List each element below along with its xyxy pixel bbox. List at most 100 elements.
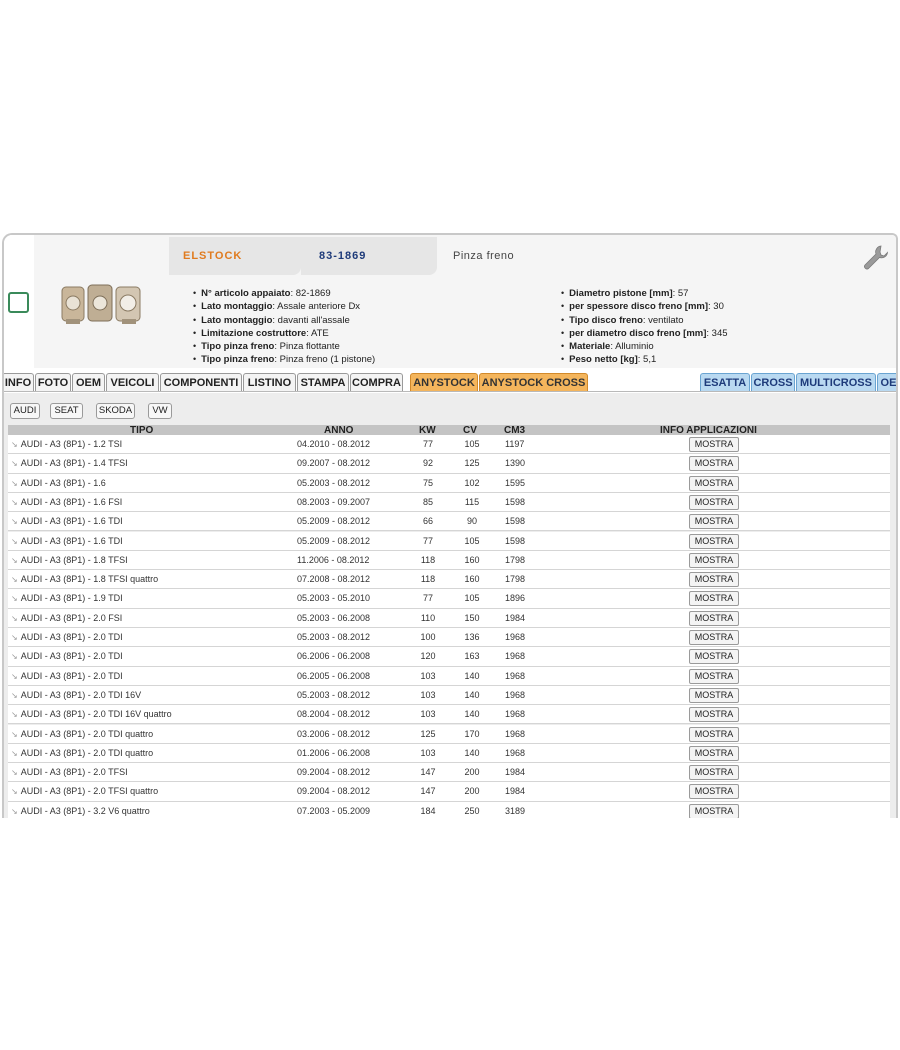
- table-row: AUDI - A3 (8P1) - 2.0 TDI quattro 03.2006…: [8, 724, 890, 744]
- cell-tipo[interactable]: AUDI - A3 (8P1) - 1.6: [11, 478, 106, 488]
- mostra-button[interactable]: MOSTRA: [689, 687, 739, 703]
- cell-tipo[interactable]: AUDI - A3 (8P1) - 2.0 TDI 16V: [11, 690, 141, 700]
- table-row: AUDI - A3 (8P1) - 1.4 TFSI 09.2007 - 08.2…: [8, 454, 890, 474]
- manufacturer-button-audi[interactable]: AUDI: [10, 403, 40, 419]
- cell-tipo[interactable]: AUDI - A3 (8P1) - 2.0 TFSI: [11, 767, 128, 777]
- tab-oe[interactable]: OE: [877, 373, 896, 392]
- mostra-button[interactable]: MOSTRA: [689, 707, 739, 723]
- cell-cm3: 1984: [505, 786, 526, 797]
- tab-cross[interactable]: CROSS: [751, 373, 795, 392]
- cell-tipo[interactable]: AUDI - A3 (8P1) - 1.4 TFSI: [11, 458, 128, 468]
- cell-tipo[interactable]: AUDI - A3 (8P1) - 1.8 TFSI quattro: [11, 574, 158, 584]
- cell-tipo[interactable]: AUDI - A3 (8P1) - 2.0 TDI: [11, 671, 123, 681]
- cell-tipo[interactable]: AUDI - A3 (8P1) - 1.6 FSI: [11, 497, 123, 507]
- manufacturer-button-skoda[interactable]: SKODA: [96, 403, 135, 419]
- tab-anystock-cross[interactable]: ANYSTOCK CROSS: [479, 373, 588, 392]
- cell-anno: 09.2007 - 08.2012: [297, 458, 371, 469]
- cell-cm3: 1968: [505, 670, 526, 681]
- mostra-button[interactable]: MOSTRA: [689, 649, 739, 665]
- mostra-button[interactable]: MOSTRA: [689, 803, 739, 818]
- cell-tipo[interactable]: AUDI - A3 (8P1) - 3.2 V6 quattro: [11, 806, 150, 816]
- tab-foto[interactable]: FOTO: [35, 373, 71, 392]
- mostra-button[interactable]: MOSTRA: [689, 475, 739, 491]
- cell-tipo[interactable]: AUDI - A3 (8P1) - 2.0 TDI: [11, 632, 123, 642]
- cell-anno: 08.2003 - 09.2007: [297, 496, 371, 507]
- cell-tipo[interactable]: AUDI - A3 (8P1) - 2.0 TDI quattro: [11, 748, 153, 758]
- cell-tipo[interactable]: AUDI - A3 (8P1) - 1.2 TSI: [11, 439, 122, 449]
- table-row: AUDI - A3 (8P1) - 1.8 TFSI quattro 07.200…: [8, 570, 890, 590]
- tab-oem[interactable]: OEM: [72, 373, 105, 392]
- cell-kw: 100: [420, 632, 436, 642]
- cell-kw: 118: [420, 554, 436, 565]
- table-row: AUDI - A3 (8P1) - 1.2 TSI 04.2010 - 08.20…: [8, 435, 890, 455]
- cell-tipo[interactable]: AUDI - A3 (8P1) - 1.6 TDI: [11, 516, 123, 526]
- mostra-button[interactable]: MOSTRA: [689, 630, 739, 645]
- mostra-button[interactable]: MOSTRA: [689, 668, 739, 684]
- tab-stampa[interactable]: STAMPA: [297, 373, 349, 392]
- cell-cv: 125: [464, 458, 480, 469]
- cell-cm3: 1197: [505, 439, 525, 449]
- mostra-button[interactable]: MOSTRA: [689, 456, 739, 472]
- tab-compra[interactable]: COMPRA: [350, 373, 403, 392]
- mostra-button[interactable]: MOSTRA: [689, 784, 739, 800]
- mostra-button[interactable]: MOSTRA: [689, 437, 739, 452]
- cell-cv: 160: [464, 574, 480, 585]
- cell-tipo[interactable]: AUDI - A3 (8P1) - 2.0 FSI: [11, 613, 123, 623]
- specs-list-left: N° articolo appaiato: 82-1869Lato montag…: [193, 287, 375, 367]
- tab-bar: INFO FOTO OEM VEICOLI COMPONENTI LISTINO STAMP…: [4, 373, 896, 393]
- article-code: 83-1869: [301, 237, 437, 275]
- cell-kw: 66: [422, 516, 433, 527]
- spec-item: Tipo pinza freno: Pinza flottante: [193, 340, 375, 353]
- select-checkbox[interactable]: [8, 292, 29, 313]
- cell-cv: 170: [464, 728, 480, 739]
- cell-cm3: 1984: [505, 767, 526, 778]
- mostra-button[interactable]: MOSTRA: [689, 572, 739, 588]
- mostra-button[interactable]: MOSTRA: [689, 726, 739, 742]
- tab-componenti[interactable]: COMPONENTI: [160, 373, 242, 392]
- spec-value: : ventilato: [642, 314, 684, 326]
- spec-value: : 5,1: [637, 354, 657, 366]
- cell-kw: 77: [422, 593, 433, 604]
- mostra-button[interactable]: MOSTRA: [689, 494, 739, 510]
- cell-anno: 11.2006 - 08.2012: [297, 554, 370, 565]
- tab-multicross[interactable]: MULTICROSS: [796, 373, 876, 392]
- tab-bar-divider: [4, 391, 896, 392]
- mostra-button[interactable]: MOSTRA: [689, 533, 739, 549]
- tab-veicoli[interactable]: VEICOLI: [106, 373, 159, 392]
- cell-kw: 147: [420, 767, 436, 778]
- cell-tipo[interactable]: AUDI - A3 (8P1) - 2.0 TFSI quattro: [11, 786, 158, 796]
- mostra-button[interactable]: MOSTRA: [689, 552, 739, 568]
- applications-panel: AUDI SEAT SKODA VW TIPO ANNO KW CV CM3 INFO…: [4, 393, 896, 818]
- spec-label: per spessore disco freno [mm]: [569, 301, 709, 313]
- mostra-button[interactable]: MOSTRA: [689, 765, 739, 781]
- mostra-button[interactable]: MOSTRA: [689, 591, 739, 607]
- cell-tipo[interactable]: AUDI - A3 (8P1) - 2.0 TDI quattro: [11, 729, 153, 739]
- table-row: AUDI - A3 (8P1) - 1.6 FSI 08.2003 - 09.20…: [8, 492, 890, 513]
- cell-kw: 103: [420, 747, 436, 758]
- manufacturer-button-seat[interactable]: SEAT: [50, 403, 83, 419]
- cell-anno: 06.2005 - 06.2008: [297, 670, 371, 681]
- tab-anystock[interactable]: ANYSTOCK: [410, 373, 478, 392]
- mostra-button[interactable]: MOSTRA: [689, 610, 739, 626]
- cell-tipo[interactable]: AUDI - A3 (8P1) - 1.6 TDI: [11, 536, 123, 546]
- cell-tipo[interactable]: AUDI - A3 (8P1) - 2.0 TDI 16V quattro: [11, 709, 172, 719]
- tab-listino[interactable]: LISTINO: [243, 373, 296, 392]
- spec-item: N° articolo appaiato: 82-1869: [193, 287, 375, 300]
- spec-value: : Pinza freno (1 pistone): [274, 354, 376, 366]
- tab-info[interactable]: INFO: [4, 373, 34, 392]
- wrench-icon[interactable]: [861, 243, 891, 273]
- cell-tipo[interactable]: AUDI - A3 (8P1) - 2.0 TDI: [11, 651, 123, 661]
- cell-tipo[interactable]: AUDI - A3 (8P1) - 1.9 TDI: [11, 593, 123, 603]
- article-description: Pinza freno: [453, 250, 515, 262]
- spec-label: per diametro disco freno [mm]: [569, 327, 707, 339]
- spec-value: : 57: [672, 288, 689, 299]
- cell-kw: 85: [422, 496, 433, 507]
- tab-esatta[interactable]: ESATTA: [700, 373, 750, 392]
- cell-kw: 75: [422, 477, 433, 488]
- manufacturer-button-vw[interactable]: VW: [148, 403, 172, 419]
- mostra-button[interactable]: MOSTRA: [689, 745, 739, 761]
- cell-kw: 103: [420, 709, 436, 720]
- spec-item: Lato montaggio: Assale anteriore Dx: [193, 300, 375, 313]
- mostra-button[interactable]: MOSTRA: [689, 514, 739, 530]
- cell-tipo[interactable]: AUDI - A3 (8P1) - 1.8 TFSI: [11, 555, 128, 565]
